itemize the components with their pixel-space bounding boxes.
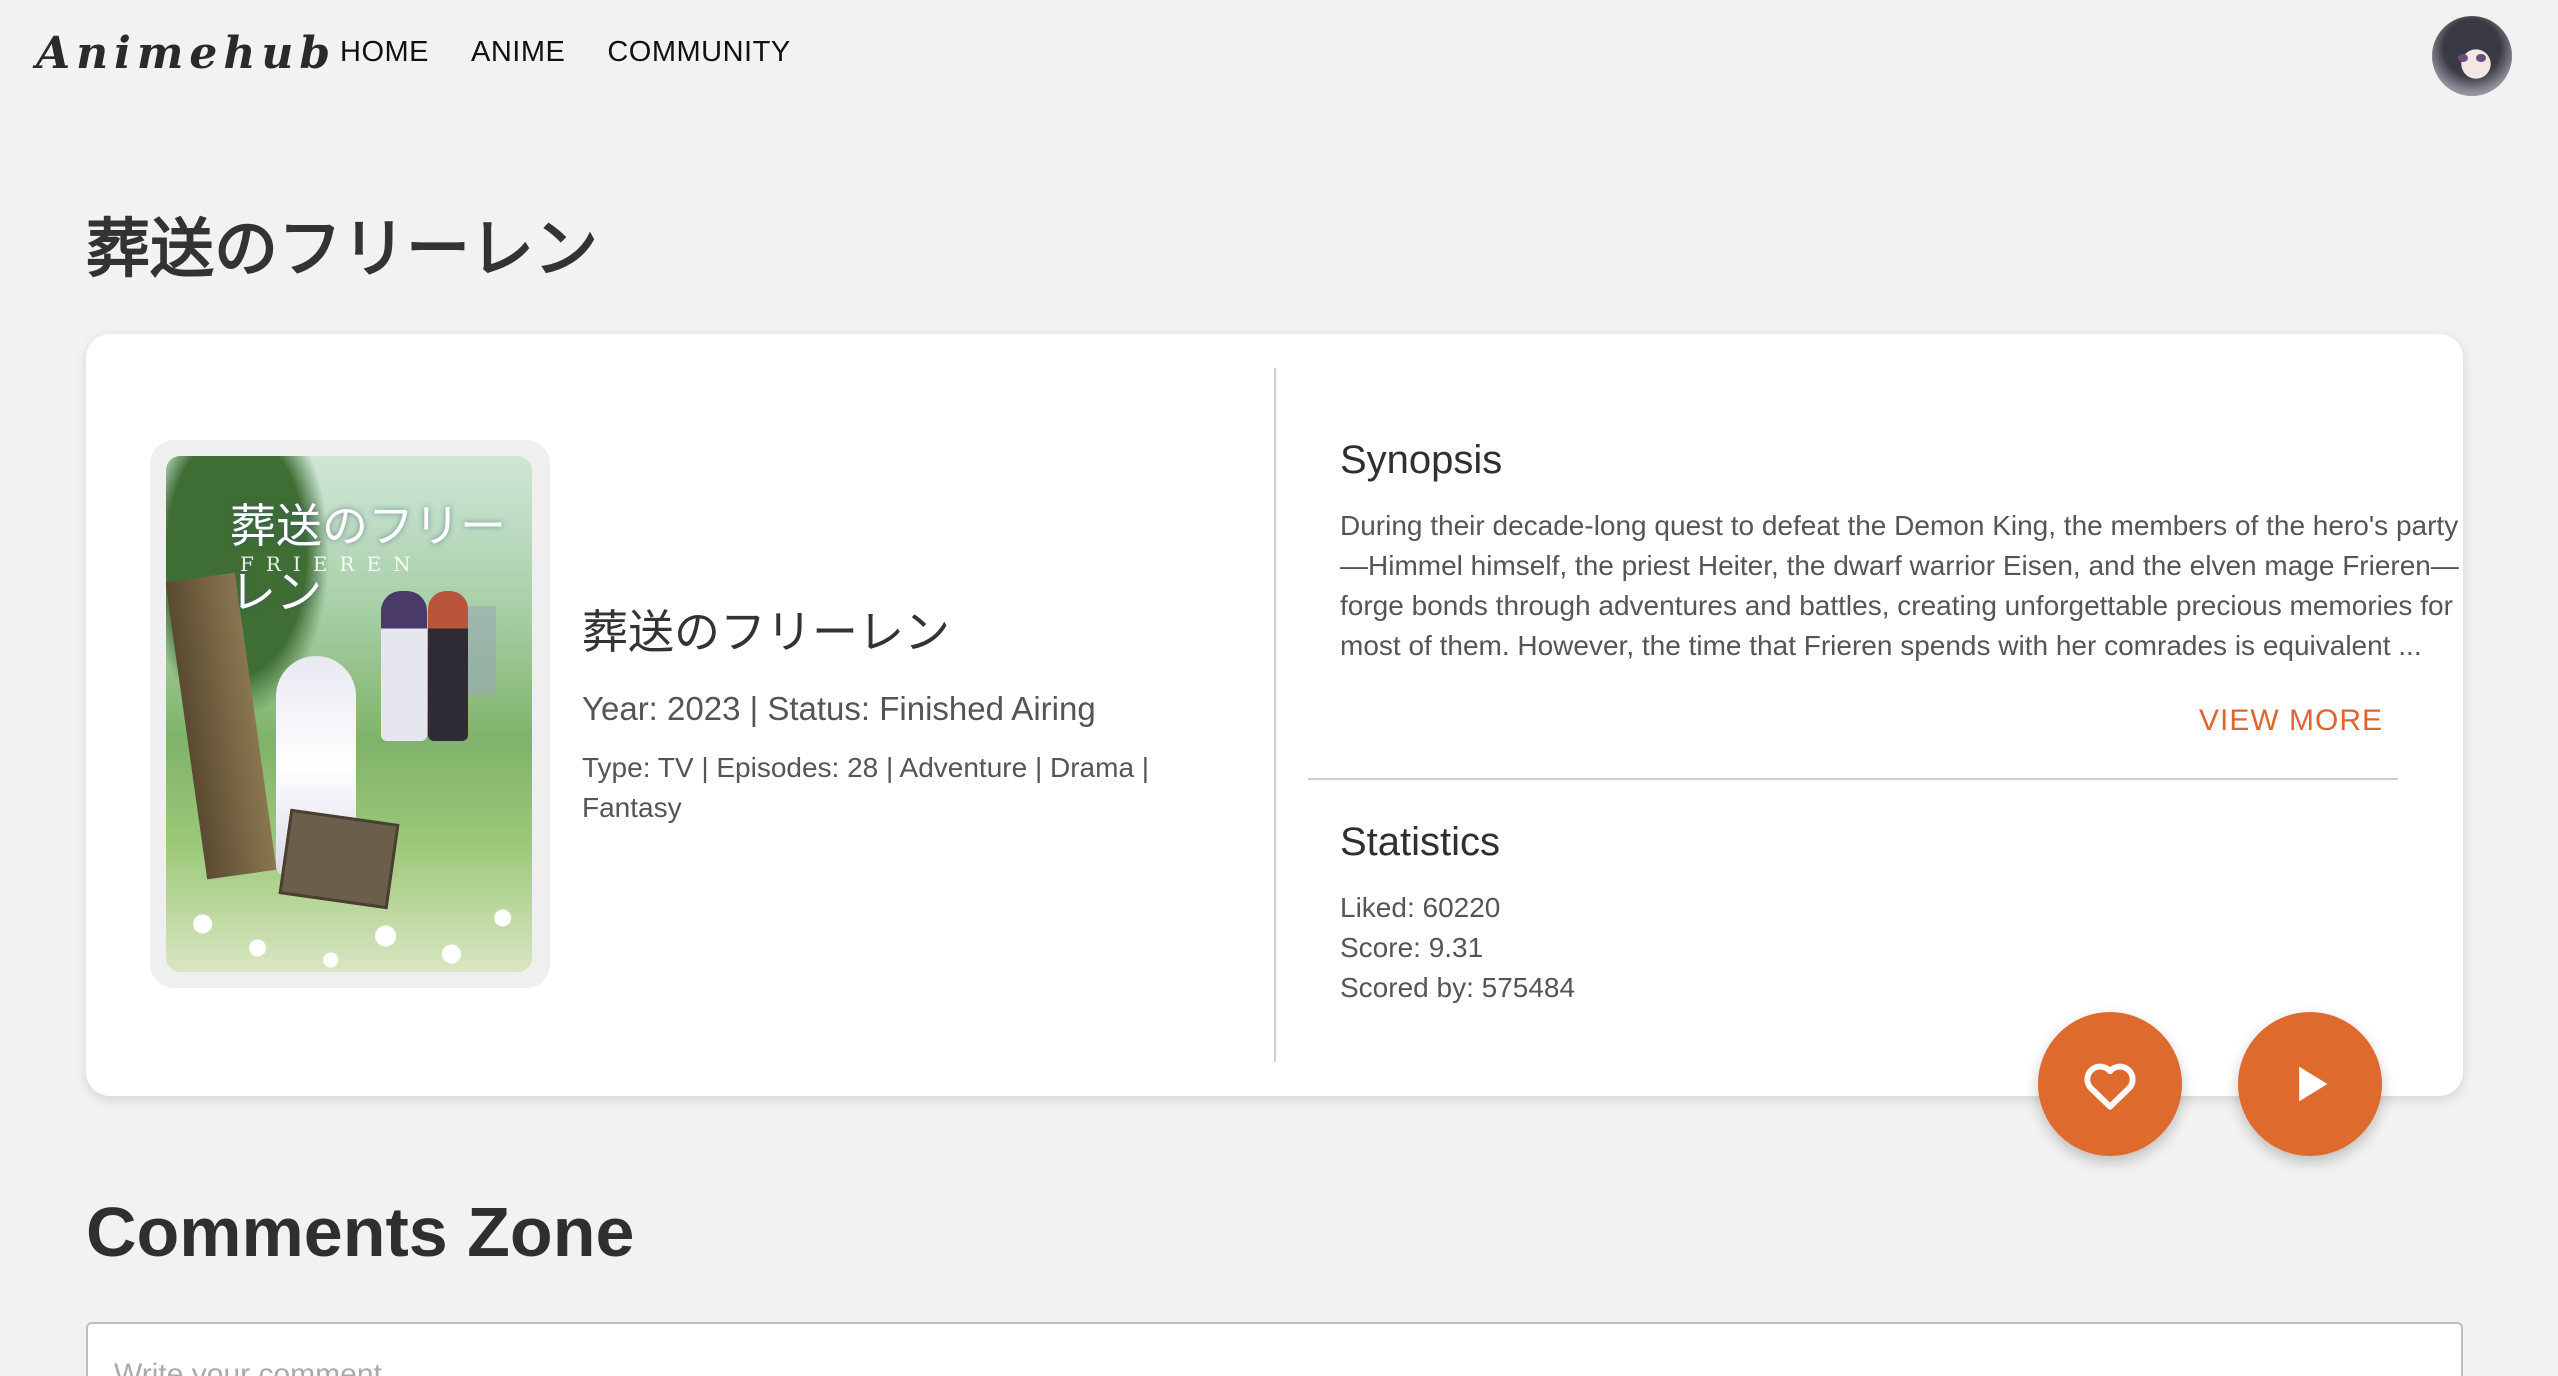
poster-flowers (166, 852, 532, 972)
synopsis-heading: Synopsis (1340, 438, 1503, 482)
nav-link-community[interactable]: COMMUNITY (607, 36, 790, 69)
anime-detail-card: 葬送のフリーレン FRIEREN 葬送のフリーレン Year: 2023 | S… (86, 334, 2463, 1096)
nav-links: HOME ANIME COMMUNITY (340, 36, 791, 69)
stat-score: Score: 9.31 (1340, 932, 1484, 963)
poster-frame: 葬送のフリーレン FRIEREN (150, 440, 550, 988)
play-button[interactable] (2238, 1012, 2382, 1156)
navbar: Animehub HOME ANIME COMMUNITY (0, 0, 2558, 112)
stat-liked: Liked: 60220 (1340, 892, 1501, 923)
heart-outline-icon (2084, 1063, 2136, 1110)
poster-subtitle: FRIEREN (240, 552, 423, 576)
user-avatar[interactable] (2432, 16, 2512, 96)
page-title: 葬送のフリーレン (86, 213, 598, 287)
like-button[interactable] (2038, 1012, 2182, 1156)
anime-title: 葬送のフリーレン (582, 605, 950, 659)
nav-link-anime[interactable]: ANIME (471, 36, 565, 69)
vertical-divider (1274, 368, 1276, 1062)
play-icon (2299, 1066, 2328, 1102)
stat-scored-by: Scored by: 575484 (1340, 972, 1576, 1003)
view-more-link[interactable]: VIEW MORE (2199, 704, 2383, 738)
year-status: Year: 2023 | Status: Finished Airing (582, 690, 1096, 727)
horizontal-divider (1308, 778, 2398, 780)
anime-poster: 葬送のフリーレン FRIEREN (166, 456, 532, 972)
statistics-heading: Statistics (1340, 820, 1501, 864)
statistics-list: Liked: 60220 Score: 9.31 Scored by: 5754… (1340, 888, 1575, 1008)
site-logo[interactable]: Animehub (36, 28, 336, 79)
nav-link-home[interactable]: HOME (340, 36, 429, 69)
comments-zone-title: Comments Zone (86, 1193, 635, 1271)
comment-input[interactable] (86, 1322, 2463, 1376)
type-episodes-genres: Type: TV | Episodes: 28 | Adventure | Dr… (582, 752, 1150, 823)
synopsis-text: During their decade-long quest to defeat… (1340, 510, 2459, 661)
